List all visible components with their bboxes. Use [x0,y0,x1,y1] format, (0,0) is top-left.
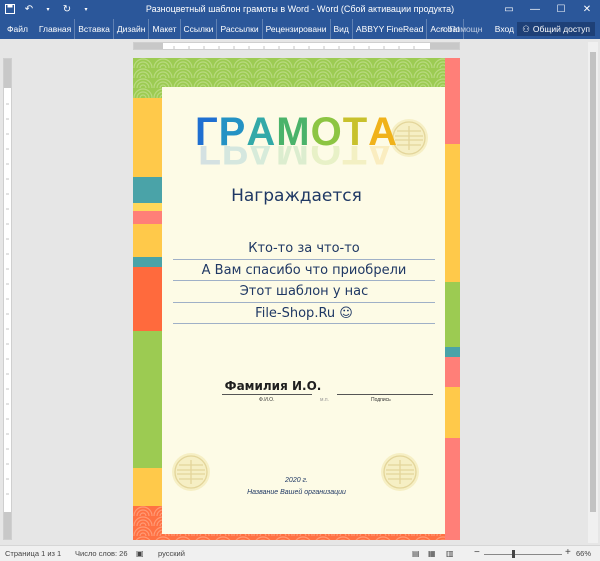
heading-letter: А [365,146,395,172]
award-line[interactable]: File-Shop.Ru ☺ [173,303,435,324]
zoom-slider-thumb[interactable] [512,550,515,558]
tell-me[interactable]: ♀ Помощн [440,24,482,34]
awarded-text[interactable]: Награждается [133,186,460,206]
window-controls: ▭ — ☐ ✕ [496,0,600,19]
signin-link[interactable]: Вход [495,24,514,34]
heading-letter: М [275,146,311,172]
tab-3[interactable]: Дизайн [114,19,150,39]
signature-underline [337,394,433,395]
zoom-in-button[interactable]: + [565,547,571,558]
scrollbar-thumb[interactable] [590,52,596,512]
lightbulb-icon: ♀ [440,24,447,34]
word-count[interactable]: Число слов: 26 [75,549,128,558]
document-page[interactable]: ГРАМОТА ГРАМОТА Награждается Кто-то за ч… [133,58,460,540]
caption-signature: Подпись [371,397,391,403]
ribbon-display-icon[interactable]: ▭ [496,0,522,19]
tab-4[interactable]: Макет [149,19,181,39]
heading-letter: А [245,146,276,172]
close-icon[interactable]: ✕ [574,0,600,19]
tab-1[interactable]: Главная [36,19,76,39]
person-icon: ⚇ [522,23,530,34]
ornament-medallion-icon [172,453,210,491]
name-underline [222,394,312,395]
tab-6[interactable]: Рассылки [217,19,263,39]
zoom-slider[interactable] [484,554,562,555]
zoom-out-button[interactable]: − [474,547,480,558]
tab-7[interactable]: Рецензировани [263,19,331,39]
heading-letter: Р [221,146,246,172]
print-layout-icon[interactable]: ▦ [428,549,436,558]
status-bar: Страница 1 из 1 Число слов: 26 ▣ русский… [0,545,600,561]
caption-stamp: м.п. [320,397,329,403]
title-bar: ↶ ▾ ↻ ▾ Разноцветный шаблон грамоты в Wo… [0,0,600,19]
vertical-scrollbar[interactable] [588,42,598,543]
language[interactable]: русский [158,549,185,558]
proofing-icon[interactable]: ▣ [136,549,144,558]
tab-2[interactable]: Вставка [75,19,114,39]
tell-me-label: Помощн [449,24,483,34]
tab-9[interactable]: ABBYY FineRead [353,19,428,39]
read-mode-icon[interactable]: ▤ [412,549,420,558]
award-line[interactable]: Кто-то за что-то [173,238,435,260]
minimize-icon[interactable]: — [522,0,548,19]
share-label: Общий доступ [532,24,590,34]
web-layout-icon[interactable]: ▥ [446,549,454,558]
caption-fio: Ф.И.О. [259,397,275,403]
organization-text[interactable]: Название Вашей организации [133,489,460,496]
recipient-name[interactable]: Фамилия И.О. [223,379,323,393]
award-line[interactable]: Этот шаблон у нас [173,281,435,303]
horizontal-ruler[interactable] [133,42,460,50]
page-count[interactable]: Страница 1 из 1 [5,549,61,558]
year-text[interactable]: 2020 г. [133,477,460,484]
tab-list: Файл Главная Вставка Дизайн Макет Ссылки Рассы… [4,19,464,39]
maximize-icon[interactable]: ☐ [548,0,574,19]
vertical-ruler[interactable] [3,58,12,540]
heading-letter: Т [342,146,366,172]
zoom-level[interactable]: 66% [576,549,591,558]
tab-0[interactable]: Файл [4,19,36,39]
tab-8[interactable]: Вид [331,19,353,39]
ribbon-tabs: Файл Главная Вставка Дизайн Макет Ссылки Рассы… [0,19,600,39]
heading-letter: Г [197,146,222,172]
ornament-medallion-icon [381,453,419,491]
heading-reflection: ГРАМОТА [133,146,460,172]
heading-letter: О [310,146,343,172]
tab-5[interactable]: Ссылки [181,19,218,39]
award-line[interactable]: А Вам спасибо что приобрели [173,260,435,281]
share-button[interactable]: ⚇ Общий доступ [517,22,595,36]
award-lines: Кто-то за что-то А Вам спасибо что приоб… [173,238,435,324]
